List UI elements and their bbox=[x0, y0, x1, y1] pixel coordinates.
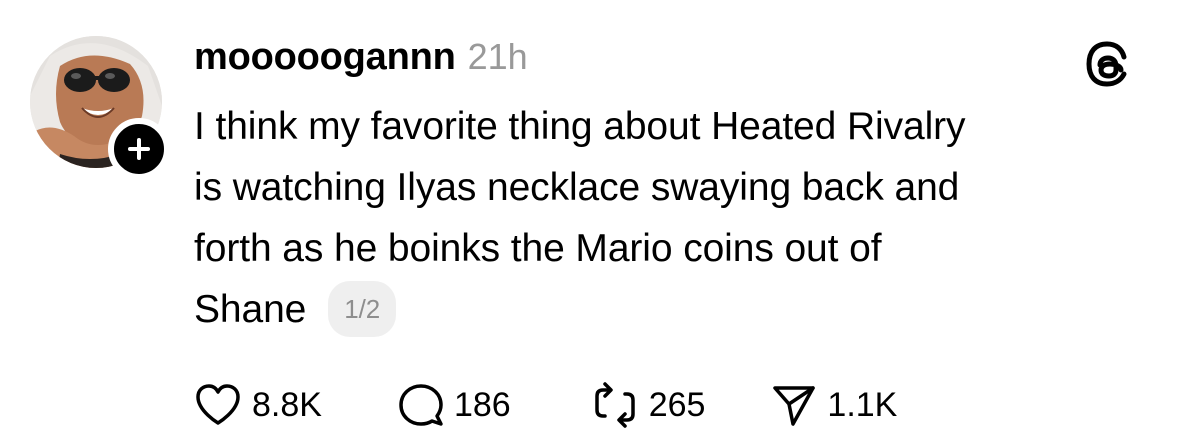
share-count: 1.1K bbox=[827, 385, 898, 424]
post-text-line: forth as he boinks the Mario coins out o… bbox=[194, 227, 882, 270]
paper-plane-icon bbox=[771, 382, 817, 428]
post-body: I think my favorite thing about Heated R… bbox=[194, 96, 1154, 340]
reply-button[interactable]: 186 bbox=[398, 382, 511, 428]
thread-post: mooooogannn 21h I think my favorite thin… bbox=[0, 0, 1179, 448]
post-timestamp[interactable]: 21h bbox=[468, 36, 528, 78]
speech-bubble-icon bbox=[398, 382, 444, 428]
page-indicator-badge[interactable]: 1/2 bbox=[328, 280, 397, 337]
post-text-line: I think my favorite thing about Heated R… bbox=[194, 105, 966, 148]
avatar-container[interactable] bbox=[30, 36, 170, 180]
post-text-line: Shane bbox=[194, 288, 307, 331]
repost-count: 265 bbox=[648, 385, 706, 424]
post-header: mooooogannn 21h bbox=[194, 36, 528, 80]
post-text-last-line: Shane 1/2 bbox=[194, 279, 1154, 340]
repost-button[interactable]: 265 bbox=[591, 382, 706, 428]
post-text-line: is watching Ilyas necklace swaying back … bbox=[194, 166, 960, 209]
repost-arrows-icon bbox=[591, 382, 639, 428]
heart-icon bbox=[194, 383, 242, 427]
reply-count: 186 bbox=[453, 385, 511, 424]
action-bar: 8.8K 186 265 1.1K bbox=[194, 380, 897, 430]
username[interactable]: mooooogannn bbox=[194, 36, 456, 79]
like-count: 8.8K bbox=[252, 385, 322, 424]
follow-button[interactable] bbox=[108, 118, 170, 180]
threads-logo-icon[interactable] bbox=[1083, 40, 1131, 88]
like-button[interactable]: 8.8K bbox=[194, 383, 322, 427]
plus-icon bbox=[128, 138, 150, 160]
share-button[interactable]: 1.1K bbox=[771, 382, 897, 428]
